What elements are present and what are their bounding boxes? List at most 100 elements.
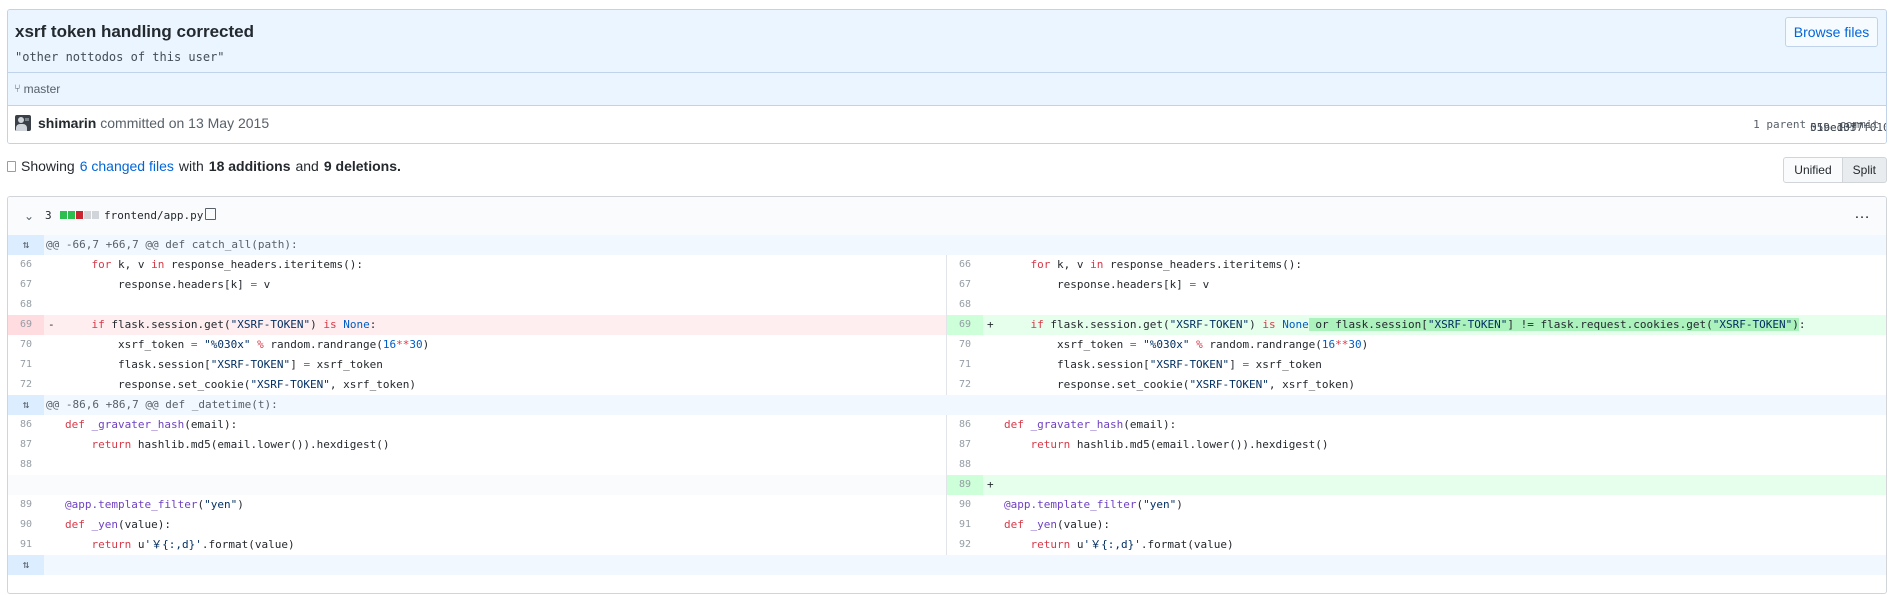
line-number[interactable]: 87 [947,435,983,455]
diff-table: ⇅ @@ -66,7 +66,7 @@ def catch_all(path):… [8,235,1886,575]
line-number[interactable]: 70 [947,335,983,355]
line-number[interactable]: 69 [8,315,44,335]
expand-icon[interactable]: ⇅ [8,555,44,575]
deletions-count: 9 deletions. [323,158,401,174]
line-number[interactable]: 89 [8,495,44,515]
hunk-header: ⇅ @@ -66,7 +66,7 @@ def catch_all(path): [8,235,1886,255]
line-number[interactable]: 90 [8,515,44,535]
commit-sha-meta: 1 parent 059e103 commit 51bed3f7f01079d9… [1753,118,1886,134]
code-line: for k, v in response_headers.iteritems()… [1030,258,1303,271]
code-line: xsrf_token = "%030x" % random.randrange(… [1004,338,1369,351]
file-diff: ⌄ 3 frontend/app.py … ⇅ @@ -66,7 +66,7 @… [7,196,1887,594]
line-number[interactable]: 87 [8,435,44,455]
browse-files-button[interactable]: Browse files [1785,17,1878,47]
code-line: response.set_cookie("XSRF-TOKEN", xsrf_t… [65,378,417,391]
chevron-down-icon[interactable]: ⌄ [24,209,34,223]
code-line: response.set_cookie("XSRF-TOKEN", xsrf_t… [1004,378,1356,391]
branch-label[interactable]: ⑂ master [14,82,60,96]
file-diff-icon [7,160,16,172]
line-number[interactable]: 88 [8,455,44,475]
diffstat [60,211,99,219]
file-header: ⌄ 3 frontend/app.py … [8,197,1886,236]
commit-header: xsrf token handling corrected "other not… [7,9,1887,144]
code-line: if flask.session.get("XSRF-TOKEN") is No… [91,318,377,331]
code-line: return u'￥{:,d}'.format(value) [1030,538,1234,551]
expand-icon[interactable]: ⇅ [8,395,44,415]
table-row: 88 88 [8,455,1886,475]
additions-count: 18 additions [208,158,291,174]
commit-title: xsrf token handling corrected [15,22,254,41]
commit-description: "other nottodos of this user" [15,50,225,64]
hunk-footer: ⇅ [8,555,1886,575]
clipboard-icon[interactable] [205,208,216,220]
code-line: return u'￥{:,d}'.format(value) [91,538,295,551]
line-number[interactable]: 72 [947,375,983,395]
line-number[interactable]: 91 [947,515,983,535]
author-line: shimarin committed on 13 May 2015 [38,115,269,131]
line-number[interactable]: 92 [947,535,983,555]
line-number[interactable]: 71 [8,355,44,375]
code-line: response.headers[k] = v [1004,278,1210,291]
table-row: 68 68 [8,295,1886,315]
line-number[interactable]: 70 [8,335,44,355]
code-line: response.headers[k] = v [65,278,271,291]
code-line: return hashlib.md5(email.lower()).hexdig… [1030,438,1329,451]
kebab-menu-icon[interactable]: … [1854,205,1870,223]
code-line: flask.session["XSRF-TOKEN"] = xsrf_token [1004,358,1322,371]
showing-text: Showing [21,158,75,174]
hunk-text: @@ -86,6 +86,7 @@ def _datetime(t): [46,398,278,411]
diff-view-toggle: Unified Split [1783,157,1887,183]
table-row: 71 flask.session["XSRF-TOKEN"] = xsrf_to… [8,355,1886,375]
divider [8,72,1886,73]
line-number[interactable]: 69 [947,315,983,335]
table-row: 89 + [8,475,1886,495]
line-number[interactable]: 67 [8,275,44,295]
table-row: 70 xsrf_token = "%030x" % random.randran… [8,335,1886,355]
git-branch-icon: ⑂ [14,83,21,95]
line-number[interactable]: 86 [8,415,44,435]
code-line: flask.session["XSRF-TOKEN"] = xsrf_token [65,358,383,371]
unified-view-button[interactable]: Unified [1783,157,1843,183]
code-line: def _yen(value): [65,518,171,531]
line-number[interactable]: 91 [8,535,44,555]
code-line: def _gravater_hash(email): [1004,418,1177,431]
changes-count: 3 [45,209,52,222]
line-number[interactable]: 66 [947,255,983,275]
commit-sha: 51bed3f7f01079d91864ddc386a73eb3e1ca634b [1810,121,1886,134]
table-row: 90 def _yen(value): 91 def _yen(value): [8,515,1886,535]
line-number[interactable]: 90 [947,495,983,515]
table-row: 89 @app.template_filter("yen") 90 @app.tem… [8,495,1886,515]
code-line: xsrf_token = "%030x" % random.randrange(… [65,338,430,351]
table-row: 72 response.set_cookie("XSRF-TOKEN", xsr… [8,375,1886,395]
line-number[interactable]: 66 [8,255,44,275]
with-text: with [178,158,204,174]
code-line: def _yen(value): [1004,518,1110,531]
author-name[interactable]: shimarin [38,115,96,131]
code-line: @app.template_filter("yen") [1004,498,1183,511]
hunk-text: @@ -66,7 +66,7 @@ def catch_all(path): [46,238,298,251]
line-number[interactable]: 72 [8,375,44,395]
expand-icon[interactable]: ⇅ [8,235,44,255]
line-number[interactable]: 88 [947,455,983,475]
committed-date: committed on 13 May 2015 [100,115,270,131]
table-row: 67 response.headers[k] = v 67 response.h… [8,275,1886,295]
line-number[interactable]: 89 [947,475,983,495]
line-number[interactable]: 67 [947,275,983,295]
avatar[interactable] [15,115,31,131]
split-view-button[interactable]: Split [1842,157,1887,183]
diff-summary: Showing 6 changed files with 18 addition… [7,158,401,174]
branch-name: master [23,82,61,96]
hunk-header: ⇅ @@ -86,6 +86,7 @@ def _datetime(t): [8,395,1886,415]
table-row: 86 def _gravater_hash(email): 86 def _grav… [8,415,1886,435]
table-row: 69- if flask.session.get("XSRF-TOKEN") i… [8,315,1886,335]
line-number[interactable]: 68 [947,295,983,315]
line-number[interactable]: 71 [947,355,983,375]
line-number[interactable]: 68 [8,295,44,315]
changed-files-link[interactable]: 6 changed files [80,158,174,174]
file-name[interactable]: frontend/app.py [104,209,203,222]
line-number[interactable]: 86 [947,415,983,435]
commit-meta: shimarin committed on 13 May 2015 1 pare… [8,106,1886,143]
deletion-marker: - [48,318,55,331]
addition-marker: + [987,478,994,491]
code-line: @app.template_filter("yen") [65,498,244,511]
